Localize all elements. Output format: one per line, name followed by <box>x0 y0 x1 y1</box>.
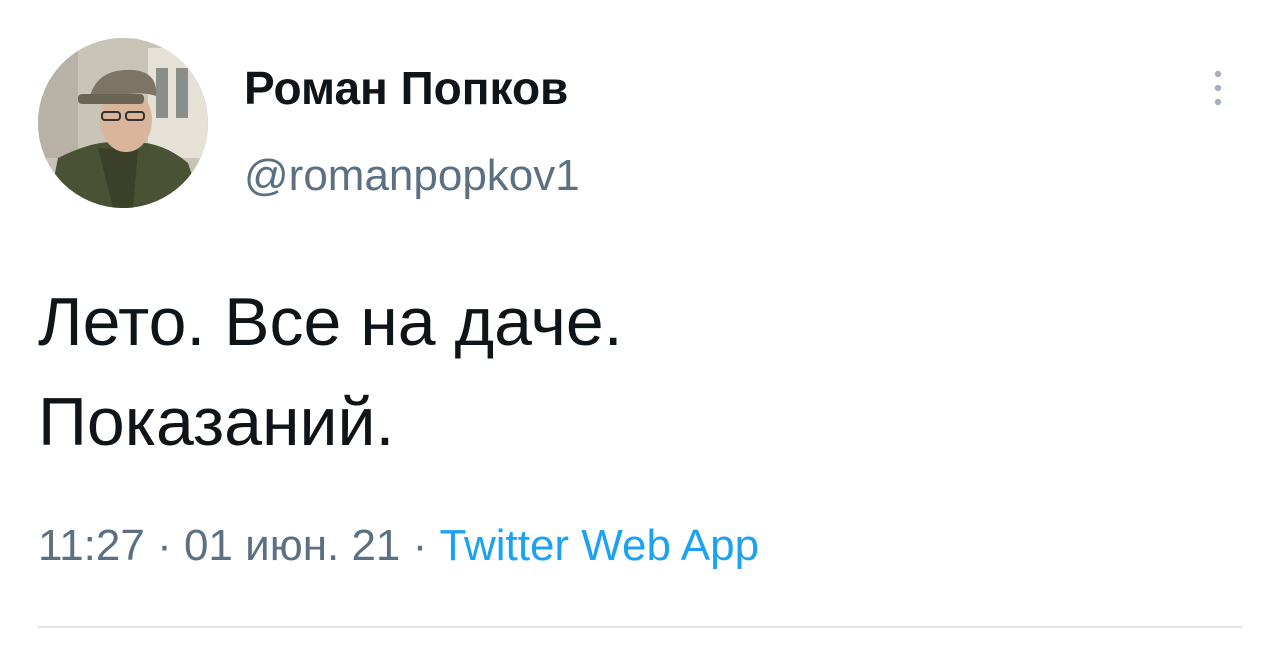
vertical-ellipsis-icon <box>1214 70 1222 106</box>
tweet-text: Лето. Все на даче. Показаний. <box>38 272 1218 472</box>
divider <box>38 626 1242 628</box>
tweet-metadata: 11:27 · 01 июн. 21 · Twitter Web App <box>38 516 759 576</box>
more-options-button[interactable] <box>1196 60 1240 116</box>
user-avatar[interactable] <box>38 38 208 208</box>
tweet-card: Роман Попков @romanpopkov1 Лето. Все на … <box>0 0 1280 648</box>
author-display-name[interactable]: Роман Попков <box>244 58 568 118</box>
meta-separator: · <box>144 521 184 570</box>
tweet-time[interactable]: 11:27 <box>38 521 145 570</box>
author-handle[interactable]: @romanpopkov1 <box>244 148 580 204</box>
tweet-text-line: Показаний. <box>38 384 395 460</box>
tweet-date[interactable]: 01 июн. 21 <box>184 521 400 570</box>
avatar-photo-icon <box>38 38 208 208</box>
meta-separator: · <box>400 521 440 570</box>
tweet-text-line: Лето. Все на даче. <box>38 284 623 360</box>
tweet-source-link[interactable]: Twitter Web App <box>440 521 760 570</box>
